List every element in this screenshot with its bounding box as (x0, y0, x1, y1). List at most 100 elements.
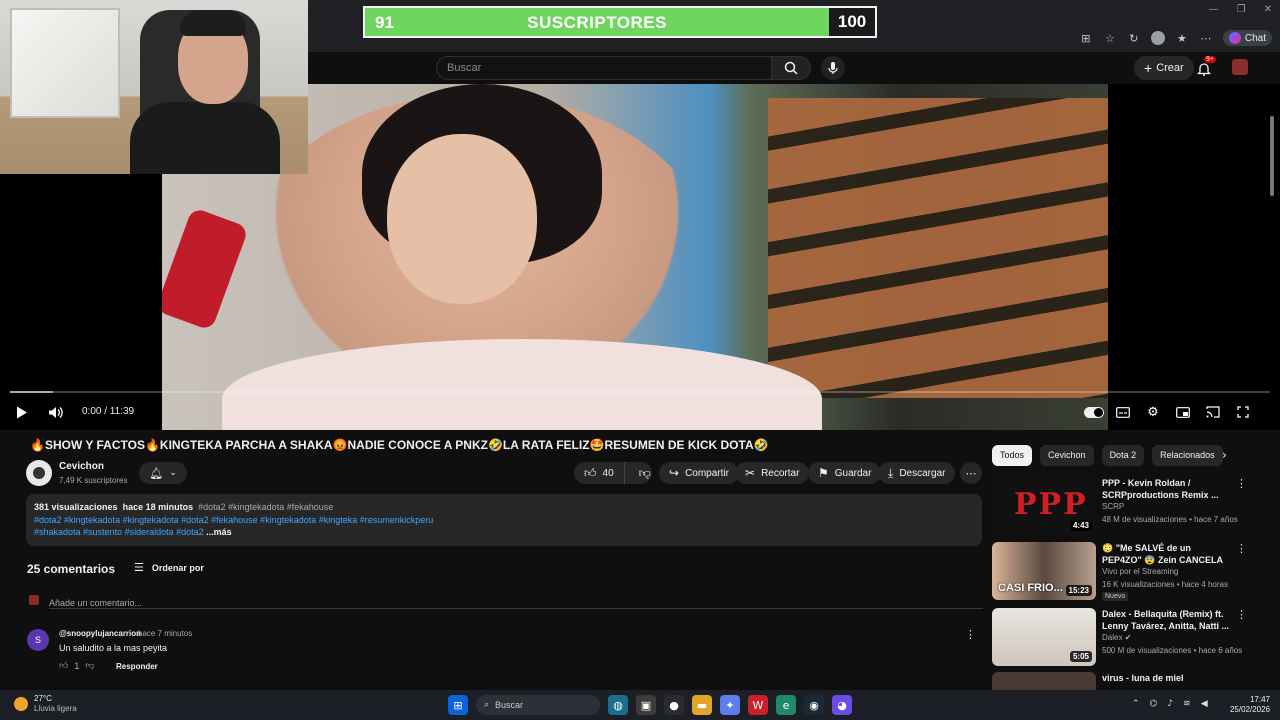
comment-menu-icon[interactable]: ⋮ (965, 628, 976, 641)
recommendation-title[interactable]: 😳 "Me SALVÉ de un PEP4ZO" 😨 Zein CANCELA… (1102, 542, 1232, 566)
search-input[interactable] (437, 57, 771, 79)
show-more-link[interactable]: ...más (206, 527, 232, 537)
widgets-icon[interactable]: ◍ (608, 695, 628, 715)
settings-button[interactable]: ⚙ (1143, 402, 1163, 422)
autoplay-toggle[interactable] (1084, 407, 1104, 418)
sync-icon[interactable]: ↻ (1127, 31, 1141, 45)
extensions-icon[interactable]: ⊞ (1079, 31, 1093, 45)
recommendation-item[interactable]: virus - luna de miel (992, 672, 1252, 690)
voice-search-button[interactable] (821, 56, 845, 80)
channel-avatar[interactable] (26, 460, 52, 486)
weather-widget[interactable]: 27°C Lluvia ligera (14, 694, 77, 714)
start-icon[interactable]: ⊞ (448, 695, 468, 715)
taskbar-search[interactable]: ⌕ Buscar (476, 695, 600, 715)
description-tags-line2[interactable]: #shakadota #sustento #sideraldota #dota2 (34, 527, 206, 537)
meta-tags: #dota2 #kingtekadota #fekahouse (198, 502, 334, 512)
fullscreen-button[interactable] (1233, 402, 1253, 422)
subscription-bell-button[interactable]: 🔔︎ ⌄ (139, 462, 187, 484)
search-button[interactable] (771, 56, 811, 80)
recommendation-item[interactable]: PPP 4:43 PPP - Kevin Roldan / SCRPproduc… (992, 477, 1252, 535)
save-button[interactable]: ⚑ Guardar (808, 462, 882, 484)
speaker-icon[interactable]: ◀ (1201, 699, 1208, 709)
recommendation-thumbnail[interactable] (992, 672, 1096, 690)
chip-related[interactable]: Relacionados (1152, 444, 1223, 466)
chat-button[interactable]: Chat (1222, 30, 1272, 46)
maximize-icon[interactable]: ❐ (1237, 4, 1246, 15)
sort-label: Ordenar por (151, 562, 204, 573)
channel-name[interactable]: Cevichon (59, 461, 104, 472)
more-actions-button[interactable]: ⋯ (960, 462, 982, 484)
progress-bar[interactable] (10, 391, 1270, 393)
copilot-app-icon[interactable]: ✦ (720, 695, 740, 715)
chip-channel[interactable]: Cevichon (1040, 444, 1094, 466)
profile-avatar[interactable] (1150, 31, 1165, 45)
chevron-right-icon[interactable]: › (1222, 448, 1227, 462)
comment-author[interactable]: @snoopylujancarrion (59, 629, 141, 638)
search-icon: ⌕ (484, 700, 490, 710)
recommendation-channel[interactable]: SCRP (1102, 502, 1124, 511)
share-button[interactable]: ↪ Compartir (659, 462, 739, 484)
clock[interactable]: 17:47 25/02/2026 (1226, 695, 1270, 715)
description-tags-line1[interactable]: #dota2 #kingtekadota #kingtekadota #dota… (34, 514, 974, 527)
download-label: Descargar (899, 467, 946, 479)
volume-button[interactable] (45, 402, 65, 422)
cast-button[interactable] (1203, 402, 1223, 422)
file-explorer-icon[interactable]: ▬ (692, 695, 712, 715)
taskbar-search-label: Buscar (495, 700, 524, 710)
subtitles-button[interactable] (1113, 402, 1133, 422)
chip-dota2[interactable]: Dota 2 (1101, 444, 1145, 466)
screen: — ❐ ✕ ⊞ ☆ ↻ ★ ⋯ Chat 91 SUSCRIPTORES 100 (0, 0, 1280, 720)
recommendation-thumbnail[interactable]: 5:05 (992, 608, 1096, 666)
recommendation-menu-icon[interactable]: ⋮ (1236, 608, 1247, 621)
discord-icon[interactable]: ◕ (832, 695, 852, 715)
bookmark-icon[interactable]: ☆ (1103, 31, 1117, 45)
menu-icon[interactable]: ⋯ (1199, 31, 1213, 45)
create-button[interactable]: + Crear (1134, 56, 1194, 80)
comment-avatar[interactable]: S (27, 629, 49, 651)
recommendation-title[interactable]: Dalex - Bellaquita (Remix) ft. Lenny Tav… (1102, 608, 1232, 632)
sort-comments-button[interactable]: ☰ Ordenar por (134, 561, 204, 574)
play-button[interactable] (12, 402, 32, 422)
comment-dislike-icon[interactable]: 👎︎ (85, 661, 94, 671)
recommendation-menu-icon[interactable]: ⋮ (1236, 542, 1247, 555)
share-icon: ↪ (669, 466, 680, 480)
steam-icon[interactable]: ◉ (804, 695, 824, 715)
recommendation-channel[interactable]: Vivo por el Streaming (1102, 567, 1178, 576)
recommendation-item[interactable]: 5:05 Dalex - Bellaquita (Remix) ft. Lenn… (992, 608, 1252, 666)
account-avatar[interactable] (1232, 59, 1248, 75)
video-title: 🔥SHOW Y FACTOS🔥KINGTEKA PARCHA A SHAKA😡N… (30, 438, 769, 452)
page-scrollbar[interactable] (1270, 116, 1274, 196)
favorites-icon[interactable]: ★ (1175, 31, 1189, 45)
my-avatar (29, 595, 39, 605)
obs-icon[interactable]: ● (664, 695, 684, 715)
dislike-button[interactable]: 👎︎ (631, 466, 659, 481)
close-icon[interactable]: ✕ (1264, 4, 1272, 15)
chip-all[interactable]: Todos (992, 444, 1033, 466)
task-view-icon[interactable]: ▣ (636, 695, 656, 715)
recommendation-title[interactable]: PPP - Kevin Roldan / SCRPproductions Rem… (1102, 477, 1232, 501)
recommendation-title[interactable]: virus - luna de miel (1102, 672, 1232, 684)
comment-input[interactable] (49, 595, 983, 611)
recommendation-channel[interactable]: Dalex ✔ (1102, 633, 1131, 642)
reply-button[interactable]: Responder (116, 662, 158, 671)
recommendation-thumbnail[interactable]: PPP 4:43 (992, 477, 1096, 535)
minimize-icon[interactable]: — (1209, 4, 1219, 15)
like-button[interactable]: 👍︎ 40 (574, 462, 625, 484)
microphone-icon[interactable]: ♪ (1167, 699, 1173, 709)
comment-like-icon[interactable]: 👍︎ (59, 661, 68, 671)
description-box[interactable]: 381 visualizaciones hace 18 minutos #dot… (26, 494, 982, 546)
recommendation-item[interactable]: CASI FRIO... 15:23 😳 "Me SALVÉ de un PEP… (992, 542, 1252, 601)
subscriber-goal-fill: 91 SUSCRIPTORES (365, 8, 830, 36)
miniplayer-button[interactable] (1173, 402, 1193, 422)
video-duration: 15:23 (1065, 585, 1092, 596)
network-icon[interactable]: ⌬ (1150, 699, 1158, 709)
clip-button[interactable]: ✂ Recortar (735, 462, 810, 484)
recommendation-thumbnail[interactable]: CASI FRIO... 15:23 (992, 542, 1096, 600)
recommendation-menu-icon[interactable]: ⋮ (1236, 477, 1247, 490)
edge-icon[interactable]: e (776, 695, 796, 715)
office-icon[interactable]: W (748, 695, 768, 715)
download-button[interactable]: ⤓ Descargar (878, 462, 956, 484)
cast-icon (1206, 406, 1220, 418)
wifi-icon[interactable]: ≋ (1183, 699, 1191, 709)
chevron-up-icon[interactable]: ⌃ (1132, 699, 1140, 709)
